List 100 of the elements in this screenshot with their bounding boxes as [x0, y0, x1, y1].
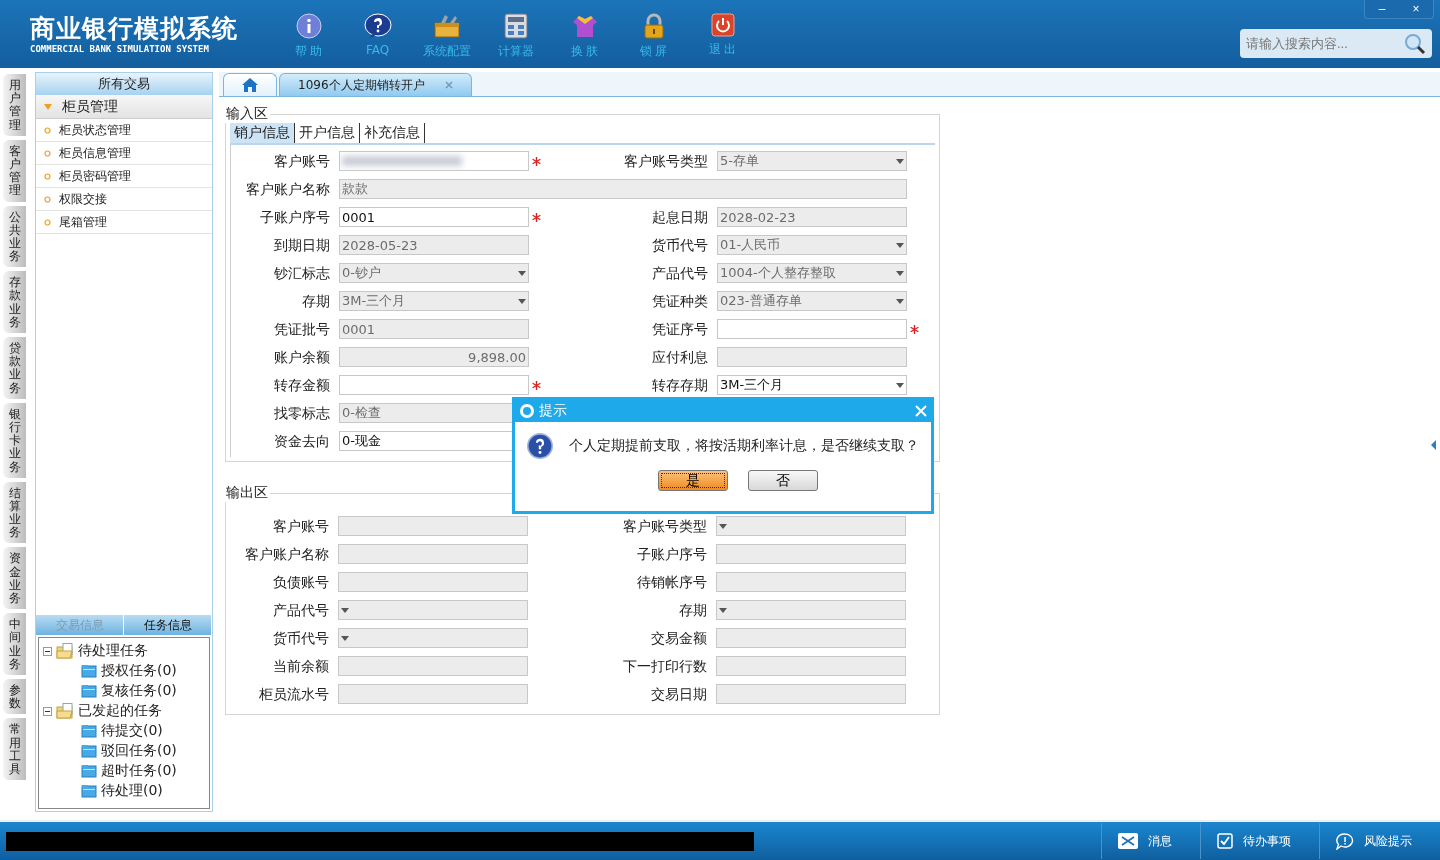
- dialog-title: 提示: [539, 402, 568, 420]
- dropdown-arrow-icon: [896, 158, 904, 164]
- menu-item[interactable]: 柜员信息管理: [36, 142, 212, 165]
- bullet-icon: [44, 172, 51, 180]
- menu-item[interactable]: 尾箱管理: [36, 211, 212, 234]
- side-tab[interactable]: 参数: [3, 678, 26, 715]
- field-label: 存期: [678, 601, 708, 620]
- toolbox-icon[interactable]: [432, 12, 461, 39]
- side-tab[interactable]: 客户管理: [3, 139, 26, 202]
- folder-icon: [81, 784, 97, 798]
- field-label: 客户账号类型: [622, 517, 708, 536]
- dropdown-arrow-icon: [896, 298, 904, 304]
- side-tab[interactable]: 常用工具: [3, 718, 26, 781]
- tree-node[interactable]: 驳回任务(0): [43, 741, 205, 761]
- caret-down-icon: [44, 103, 52, 110]
- status-button[interactable]: 消息: [1101, 823, 1200, 859]
- side-tab[interactable]: 公共业务: [3, 205, 26, 268]
- close-button[interactable]: ×: [1399, 0, 1433, 18]
- open-folder-icon: [56, 703, 74, 719]
- field-label: 子账户序号: [636, 545, 708, 564]
- form-tab[interactable]: 开户信息: [295, 123, 360, 143]
- side-tab[interactable]: 资金业务: [3, 547, 26, 610]
- field-label: 待销帐序号: [636, 573, 708, 592]
- tree-node[interactable]: 授权任务(0): [43, 661, 205, 681]
- speech-bubble-icon: [1336, 832, 1354, 850]
- field-label: 凭证批号: [273, 320, 331, 339]
- side-tab[interactable]: 用户管理: [3, 74, 26, 136]
- search-icon[interactable]: [1404, 32, 1426, 55]
- form-tab[interactable]: 补充信息: [360, 123, 425, 143]
- menu-item[interactable]: 权限交接: [36, 188, 212, 211]
- collapse-icon: [43, 706, 52, 716]
- side-tab[interactable]: 存款业务: [3, 271, 26, 333]
- field-label: 转存金额: [273, 376, 331, 395]
- section-title: 输入区: [225, 105, 269, 123]
- form-tab[interactable]: 销户信息: [230, 123, 295, 143]
- tree-node[interactable]: 待提交(0): [43, 721, 205, 741]
- collapse-arrow-icon[interactable]: [1431, 440, 1437, 450]
- bullet-icon: [44, 149, 51, 157]
- menu-group[interactable]: 柜员管理: [36, 95, 212, 119]
- menu-item-label: 柜员状态管理: [59, 121, 131, 139]
- tree-node[interactable]: 超时任务(0): [43, 761, 205, 781]
- menu-item[interactable]: 柜员状态管理: [36, 119, 212, 142]
- menu-header: 所有交易: [36, 73, 212, 95]
- folder-icon: [81, 684, 97, 698]
- calculator-icon[interactable]: [503, 12, 528, 39]
- bullet-icon: [44, 218, 51, 226]
- close-icon[interactable]: [444, 81, 453, 89]
- menu-item[interactable]: 柜员密码管理: [36, 165, 212, 188]
- tree-node[interactable]: 待处理(0): [43, 781, 205, 801]
- field-label: 当前余额: [272, 657, 330, 676]
- field-label: 转存存期: [651, 376, 709, 395]
- field-label: 客户账户名称: [245, 180, 331, 199]
- dropdown-arrow-icon: [896, 242, 904, 248]
- field-label: 应付利息: [651, 348, 709, 367]
- field-label: 资金去向: [273, 432, 331, 451]
- menu-item-label: 柜员密码管理: [59, 167, 131, 185]
- field-label: 产品代号: [651, 264, 709, 283]
- section-title: 输出区: [225, 484, 269, 502]
- field-label: 存期: [301, 292, 331, 311]
- field-label: 子账户序号: [259, 208, 331, 227]
- padlock-icon[interactable]: [642, 12, 665, 39]
- field-label: 柜员流水号: [258, 685, 330, 704]
- bullet-icon: [44, 195, 51, 203]
- dropdown-arrow-icon: [341, 635, 349, 641]
- search-box[interactable]: 请输入搜索内容...: [1240, 29, 1432, 58]
- tree-node[interactable]: 待处理任务: [43, 641, 205, 661]
- dialog-button[interactable]: 是: [658, 470, 728, 491]
- tree-node[interactable]: 已发起的任务: [43, 701, 205, 721]
- status-button[interactable]: 风险提示: [1319, 823, 1440, 859]
- side-tab[interactable]: 中间业务: [3, 613, 26, 675]
- dialog-button[interactable]: 否: [748, 470, 818, 491]
- bullet-icon: [44, 126, 51, 134]
- panel-tab[interactable]: 任务信息: [124, 615, 212, 635]
- dropdown-field[interactable]: 3M-三个月: [717, 375, 907, 395]
- dropdown-arrow-icon: [518, 270, 526, 276]
- collapse-icon: [43, 646, 52, 656]
- field-label: 客户账户名称: [244, 545, 330, 564]
- minimize-button[interactable]: –: [1365, 0, 1399, 18]
- tree-label: 复核任务(0): [101, 682, 177, 700]
- status-button[interactable]: 待办事项: [1200, 823, 1319, 859]
- question-icon[interactable]: [363, 12, 392, 39]
- input-field[interactable]: 0001: [339, 207, 529, 227]
- info-icon[interactable]: [295, 12, 322, 39]
- tree-node[interactable]: 复核任务(0): [43, 681, 205, 701]
- input-field[interactable]: [339, 375, 529, 395]
- power-icon[interactable]: [710, 12, 735, 37]
- input-field[interactable]: [717, 319, 907, 339]
- field-label: 客户账号: [273, 152, 331, 171]
- side-tab[interactable]: 银行卡业务: [3, 402, 26, 478]
- document-tab[interactable]: [223, 73, 277, 96]
- tree-label: 驳回任务(0): [101, 742, 177, 760]
- tree-label: 待处理(0): [101, 782, 163, 800]
- checkbox-icon: [1217, 833, 1233, 849]
- side-tab[interactable]: 贷款业务: [3, 337, 26, 399]
- field-label: 起息日期: [651, 208, 709, 227]
- document-tab[interactable]: 1096个人定期销转开户: [279, 73, 472, 96]
- field-label: 钞汇标志: [273, 264, 331, 283]
- input-field[interactable]: [339, 151, 529, 171]
- search-field[interactable]: 请输入搜索内容...: [1244, 35, 1404, 52]
- side-tab[interactable]: 结算业务: [3, 481, 26, 544]
